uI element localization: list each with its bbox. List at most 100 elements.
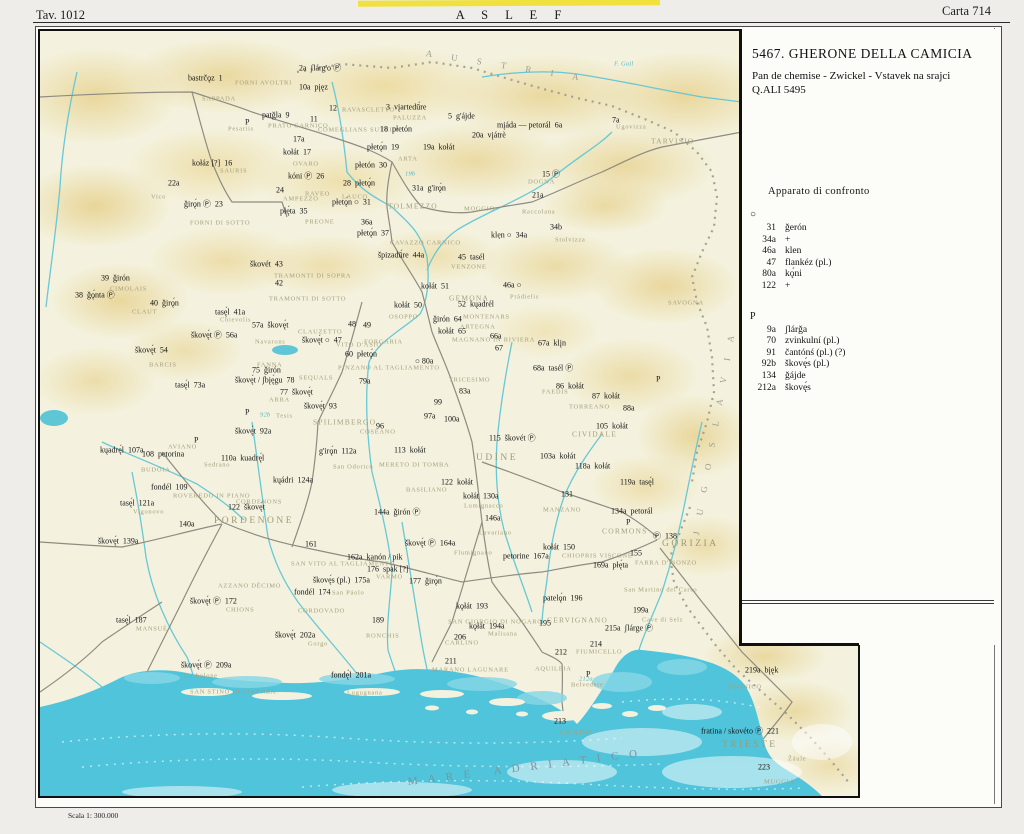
town-label: Navarons xyxy=(255,339,286,346)
apparato-title: Apparato di confronto xyxy=(768,186,988,197)
town-label: Malisana xyxy=(488,631,517,638)
town-label: SAPPADA xyxy=(202,96,236,103)
map-point-label: 212 xyxy=(555,648,567,657)
apparato-item-word: škovę́s xyxy=(785,383,811,395)
town-label: San Odorico xyxy=(333,464,373,471)
town-label: MARANO LAGUNARE xyxy=(432,667,509,674)
map-point-label: 49 xyxy=(363,321,371,330)
apparato-item-number: 212a xyxy=(752,383,776,395)
map-panel-divider-horizontal xyxy=(739,643,859,646)
town-label: CLAUT xyxy=(132,309,157,316)
town-label: F. Gail xyxy=(614,61,633,68)
apparato-group-symbol: ○ xyxy=(750,209,988,220)
town-label: Stolvizza xyxy=(555,237,586,244)
town-label: 92b xyxy=(260,412,270,419)
map-point-label: P xyxy=(245,118,249,127)
apparato-item: 34a + xyxy=(752,235,988,247)
map-point-label: 75 ǧirón xyxy=(252,366,281,375)
town-label: FORGARIA xyxy=(364,339,403,346)
apparato-item-word: kǫ́ni xyxy=(785,269,802,281)
map-point-label: 99 xyxy=(434,398,442,407)
map-point-label: 215a ʃlárge Ⓟ xyxy=(605,623,653,634)
map-point-label: fratina / skovéto Ⓟ 221 xyxy=(701,726,779,737)
legend-panel: 5467. GHERONE DELLA CAMICIA Pan de chemi… xyxy=(752,46,992,96)
map-point-label: 108 petorina xyxy=(142,450,184,459)
map-point-label: 79a xyxy=(359,377,371,386)
map-point-label: 134a petorál xyxy=(611,507,653,516)
apparato-item-number: 91 xyxy=(752,348,776,360)
map-point-label: płę́ta 35 xyxy=(280,207,308,216)
map-point-label: 119a tasę́l xyxy=(620,478,654,487)
map-point-label: 176 spak [?] xyxy=(367,565,409,574)
apparato-di-confronto: Apparato di confronto ○31ǧerón34a+46akle… xyxy=(752,186,988,394)
map-point-label: kołát 17 xyxy=(283,148,311,157)
apparato-item: 212a škovę́s xyxy=(752,383,988,395)
map-point-label: tasę́l 41a xyxy=(215,308,245,317)
map-point-label: 86 kołát xyxy=(556,382,584,391)
map-point-label: 110a kuadrę́l xyxy=(221,454,264,463)
town-label: FORNI AVOLTRI xyxy=(235,80,292,87)
town-label: TOLMEZZO xyxy=(388,202,438,211)
map-area: bastrčǫz 12a ʃlárg'o Ⓟ10a pįęz3 vįartedū… xyxy=(38,29,860,798)
map-point-label: 67a klįn xyxy=(538,339,566,348)
map-point-label: škovę́t 54 xyxy=(135,346,168,355)
map-point-label: škovét 43 xyxy=(250,260,283,269)
scan-highlight-mark xyxy=(358,0,660,7)
map-point-label: 162a kanón / pik xyxy=(347,553,403,562)
map-point-label: kǫłát 193 xyxy=(456,602,488,611)
town-label: VENZONE xyxy=(451,264,487,271)
map-point-label: ○ 80a xyxy=(415,357,433,366)
map-point-label: 31a g'irǫ́n xyxy=(412,184,446,193)
apparato-item: 46aklen xyxy=(752,246,988,258)
map-point-label: fondę́l 201a xyxy=(331,671,371,680)
map-point-label: P xyxy=(194,436,198,445)
town-label: FARRA D'ISONZO xyxy=(635,560,697,567)
map-point-label: kołáz [?] 16 xyxy=(192,159,232,168)
town-label: MOGGIO xyxy=(464,206,495,213)
map-point-label: 45 tasél xyxy=(458,253,485,262)
map-point-label: tasę́l 73a xyxy=(175,381,205,390)
town-label: CORMONS xyxy=(602,527,648,536)
town-label: Ugovizza xyxy=(616,124,647,131)
map-point-label: Ⓟ 138 xyxy=(653,531,677,542)
map-point-label: škovę́t 93 xyxy=(304,402,337,411)
map-point-label: 105 kołát xyxy=(596,422,628,431)
map-point-label: 2a ʃlárg'o Ⓟ xyxy=(299,63,341,74)
apparato-item: 70zvinkulní (pl.) xyxy=(752,336,988,348)
town-label: CAVAZZO CARNICO xyxy=(390,240,461,247)
apparato-item-word: škovę́s (pl.) xyxy=(785,359,829,371)
town-label: 19b xyxy=(405,171,415,178)
map-point-label: 19a kołát xyxy=(423,143,455,152)
map-point-label: kołát 51 xyxy=(421,282,449,291)
map-point-label: kųádri 124a xyxy=(273,476,313,485)
map-point-label: 219a bįęk xyxy=(745,666,778,675)
town-label: Lumignacco xyxy=(464,503,504,510)
town-label: OSOPPO xyxy=(389,314,418,321)
map-point-label: 96 xyxy=(376,422,384,431)
map-point-label: 38 ǧǫ́nta Ⓟ xyxy=(75,290,115,301)
map-point-label: płetǫ́n ○ 31 xyxy=(332,198,371,207)
town-label: Sedrano xyxy=(204,462,230,469)
apparato-group-symbol: P xyxy=(750,311,988,322)
map-point-label: škovę́t Ⓟ 209a xyxy=(181,660,231,671)
town-label: CHIOPRIS VISCONE xyxy=(562,553,633,560)
map-point-label: 67 xyxy=(495,344,503,353)
apparato-item: 80a kǫ́ni xyxy=(752,269,988,281)
map-point-label: ǧirǫ́n Ⓟ 23 xyxy=(184,199,223,210)
apparato-item-number: 80a xyxy=(752,269,776,281)
apparato-item-number: 34a xyxy=(752,235,776,247)
map-point-label: patğla 9 xyxy=(262,111,290,120)
atlas-title: A S L E F xyxy=(0,8,1024,23)
map-point-label: 77 škovę́t xyxy=(280,388,313,397)
town-label: Vigonovo xyxy=(133,509,164,516)
map-point-label: škovę́t 139a xyxy=(98,537,138,546)
apparato-item-number: 47 xyxy=(752,258,776,270)
apparato-item-word: + xyxy=(785,235,790,247)
map-point-label: 155 xyxy=(630,549,642,558)
town-label: Corbolone xyxy=(184,673,218,680)
town-label: PORDENONE xyxy=(214,516,294,526)
town-label: ARBA xyxy=(269,397,290,404)
apparato-item-word: ʃlárǧa xyxy=(785,325,807,337)
map-point-label: 3 vįartedū́re xyxy=(386,103,426,112)
map-point-label: 213 xyxy=(554,717,566,726)
